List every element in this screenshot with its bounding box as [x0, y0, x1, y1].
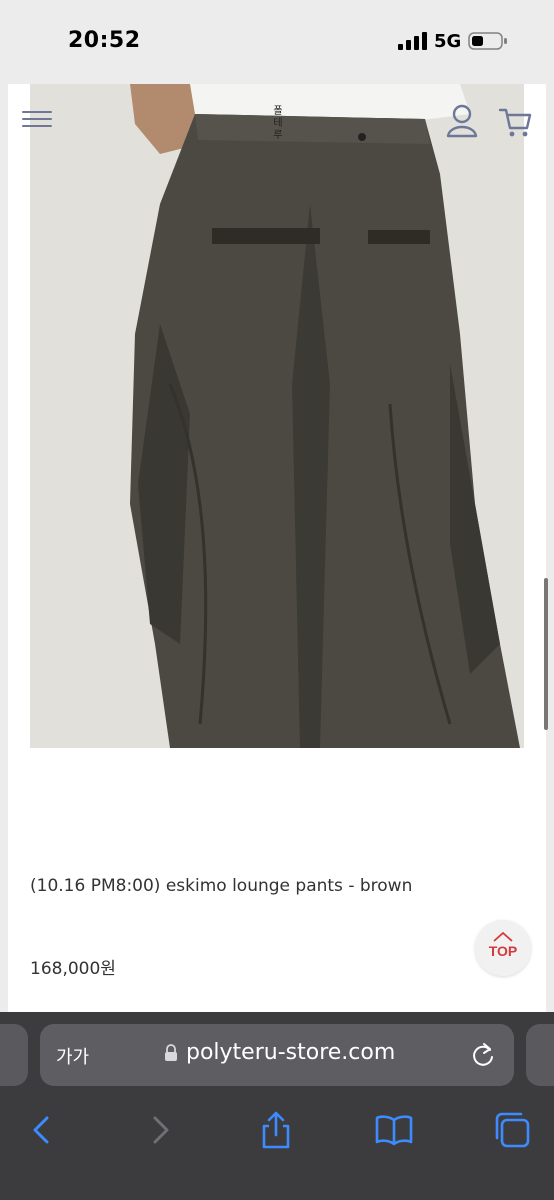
scroll-to-top-button[interactable]: TOP [475, 920, 531, 976]
signal-strength-icon [398, 32, 427, 50]
status-time: 20:52 [68, 28, 141, 53]
share-button[interactable] [256, 1110, 296, 1150]
share-icon [262, 1111, 290, 1149]
hamburger-icon-line [22, 125, 52, 127]
product-title: (10.16 PM8:00) eskimo lounge pants - bro… [30, 876, 413, 896]
forward-button[interactable] [140, 1110, 180, 1150]
page-settings-button[interactable]: 가가 [56, 1043, 89, 1069]
tabs-button[interactable] [492, 1110, 532, 1150]
address-bar[interactable]: 가가 polyteru-store.com [40, 1024, 514, 1086]
brand-logo[interactable]: 폴 테 루 [264, 106, 292, 141]
cart-icon[interactable] [498, 104, 532, 138]
network-type: 5G [434, 31, 462, 52]
back-button[interactable] [22, 1110, 62, 1150]
hamburger-icon-line [22, 111, 52, 113]
product-price: 168,000원 [30, 959, 116, 979]
next-tab-preview[interactable] [526, 1024, 554, 1086]
chevron-up-icon [493, 932, 513, 942]
reload-icon[interactable] [470, 1041, 496, 1069]
battery-icon [468, 32, 507, 50]
scrollbar[interactable] [544, 578, 548, 730]
tabs-icon [495, 1112, 530, 1148]
bookmarks-button[interactable] [374, 1110, 414, 1150]
web-page: 폴 테 루 (10.16 PM8:00) eskimo lounge pants… [8, 84, 546, 1014]
product-image[interactable] [30, 84, 524, 748]
book-icon [375, 1115, 413, 1146]
lock-icon [165, 1044, 177, 1061]
chevron-right-icon [153, 1116, 169, 1144]
chevron-left-icon [33, 1116, 49, 1144]
top-label: TOP [488, 943, 518, 959]
previous-tab-preview[interactable] [0, 1024, 28, 1086]
menu-button[interactable] [20, 106, 54, 136]
user-icon[interactable] [446, 104, 478, 138]
status-bar: 20:52 5G [0, 0, 554, 84]
browser-toolbar: 가가 polyteru-store.com [0, 1012, 554, 1200]
hamburger-icon-line [22, 118, 52, 120]
url-text[interactable]: polyteru-store.com [186, 1040, 395, 1065]
